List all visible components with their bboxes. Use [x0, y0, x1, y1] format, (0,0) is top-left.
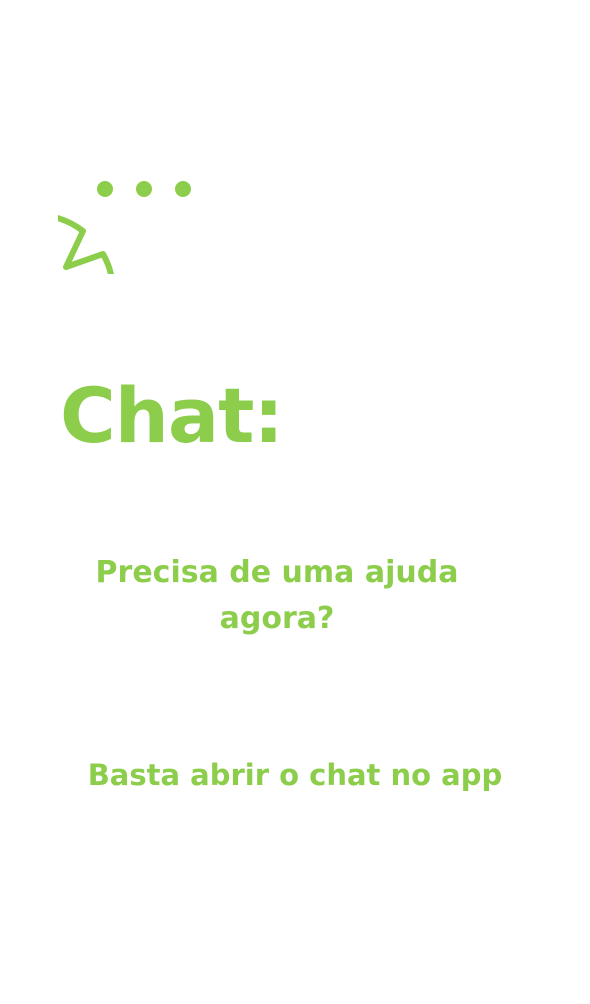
- typing-dot-1: [97, 181, 113, 197]
- typing-dot-3: [175, 181, 191, 197]
- page-title: Chat:: [60, 371, 284, 460]
- chat-bubble-outline: [58, 215, 114, 274]
- chat-bubble-icon: [58, 181, 191, 274]
- typing-dot-2: [136, 181, 152, 197]
- chat-help-screen: { "colors": { "accent": "#8dcd4c", "back…: [0, 0, 590, 1004]
- chat-instruction: Basta abrir o chat no app: [87, 758, 503, 792]
- help-question: Precisa de uma ajuda agora?: [95, 555, 459, 636]
